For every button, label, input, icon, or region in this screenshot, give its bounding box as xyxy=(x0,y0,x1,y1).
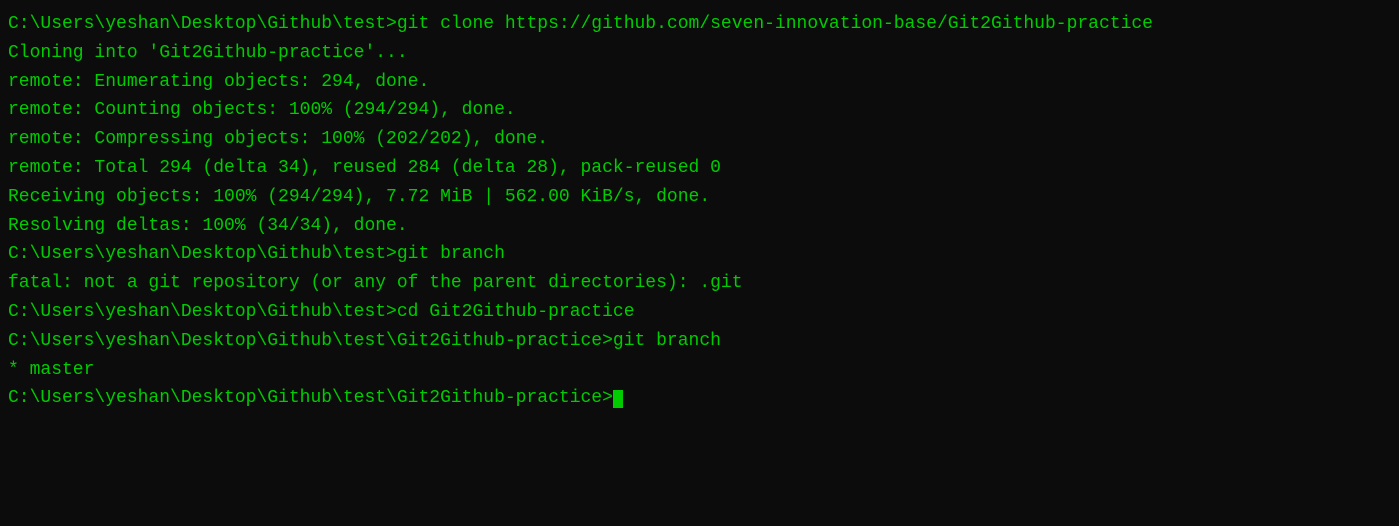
terminal-line: remote: Compressing objects: 100% (202/2… xyxy=(8,125,1391,154)
terminal-line: Cloning into 'Git2Github-practice'... xyxy=(8,39,1391,68)
terminal-line: C:\Users\yeshan\Desktop\Github\test>cd G… xyxy=(8,298,1391,327)
terminal-cursor xyxy=(613,390,623,408)
terminal-line: fatal: not a git repository (or any of t… xyxy=(8,269,1391,298)
terminal-line: C:\Users\yeshan\Desktop\Github\test\Git2… xyxy=(8,384,1391,413)
terminal-output: C:\Users\yeshan\Desktop\Github\test>git … xyxy=(8,10,1391,413)
terminal-line: C:\Users\yeshan\Desktop\Github\test>git … xyxy=(8,10,1391,39)
terminal-line: Resolving deltas: 100% (34/34), done. xyxy=(8,212,1391,241)
terminal-line: Receiving objects: 100% (294/294), 7.72 … xyxy=(8,183,1391,212)
terminal-line: C:\Users\yeshan\Desktop\Github\test\Git2… xyxy=(8,327,1391,356)
terminal-line: * master xyxy=(8,356,1391,385)
terminal-window: C:\Users\yeshan\Desktop\Github\test>git … xyxy=(0,0,1399,526)
terminal-line: C:\Users\yeshan\Desktop\Github\test>git … xyxy=(8,240,1391,269)
terminal-line: remote: Counting objects: 100% (294/294)… xyxy=(8,96,1391,125)
terminal-line: remote: Enumerating objects: 294, done. xyxy=(8,68,1391,97)
terminal-line: remote: Total 294 (delta 34), reused 284… xyxy=(8,154,1391,183)
